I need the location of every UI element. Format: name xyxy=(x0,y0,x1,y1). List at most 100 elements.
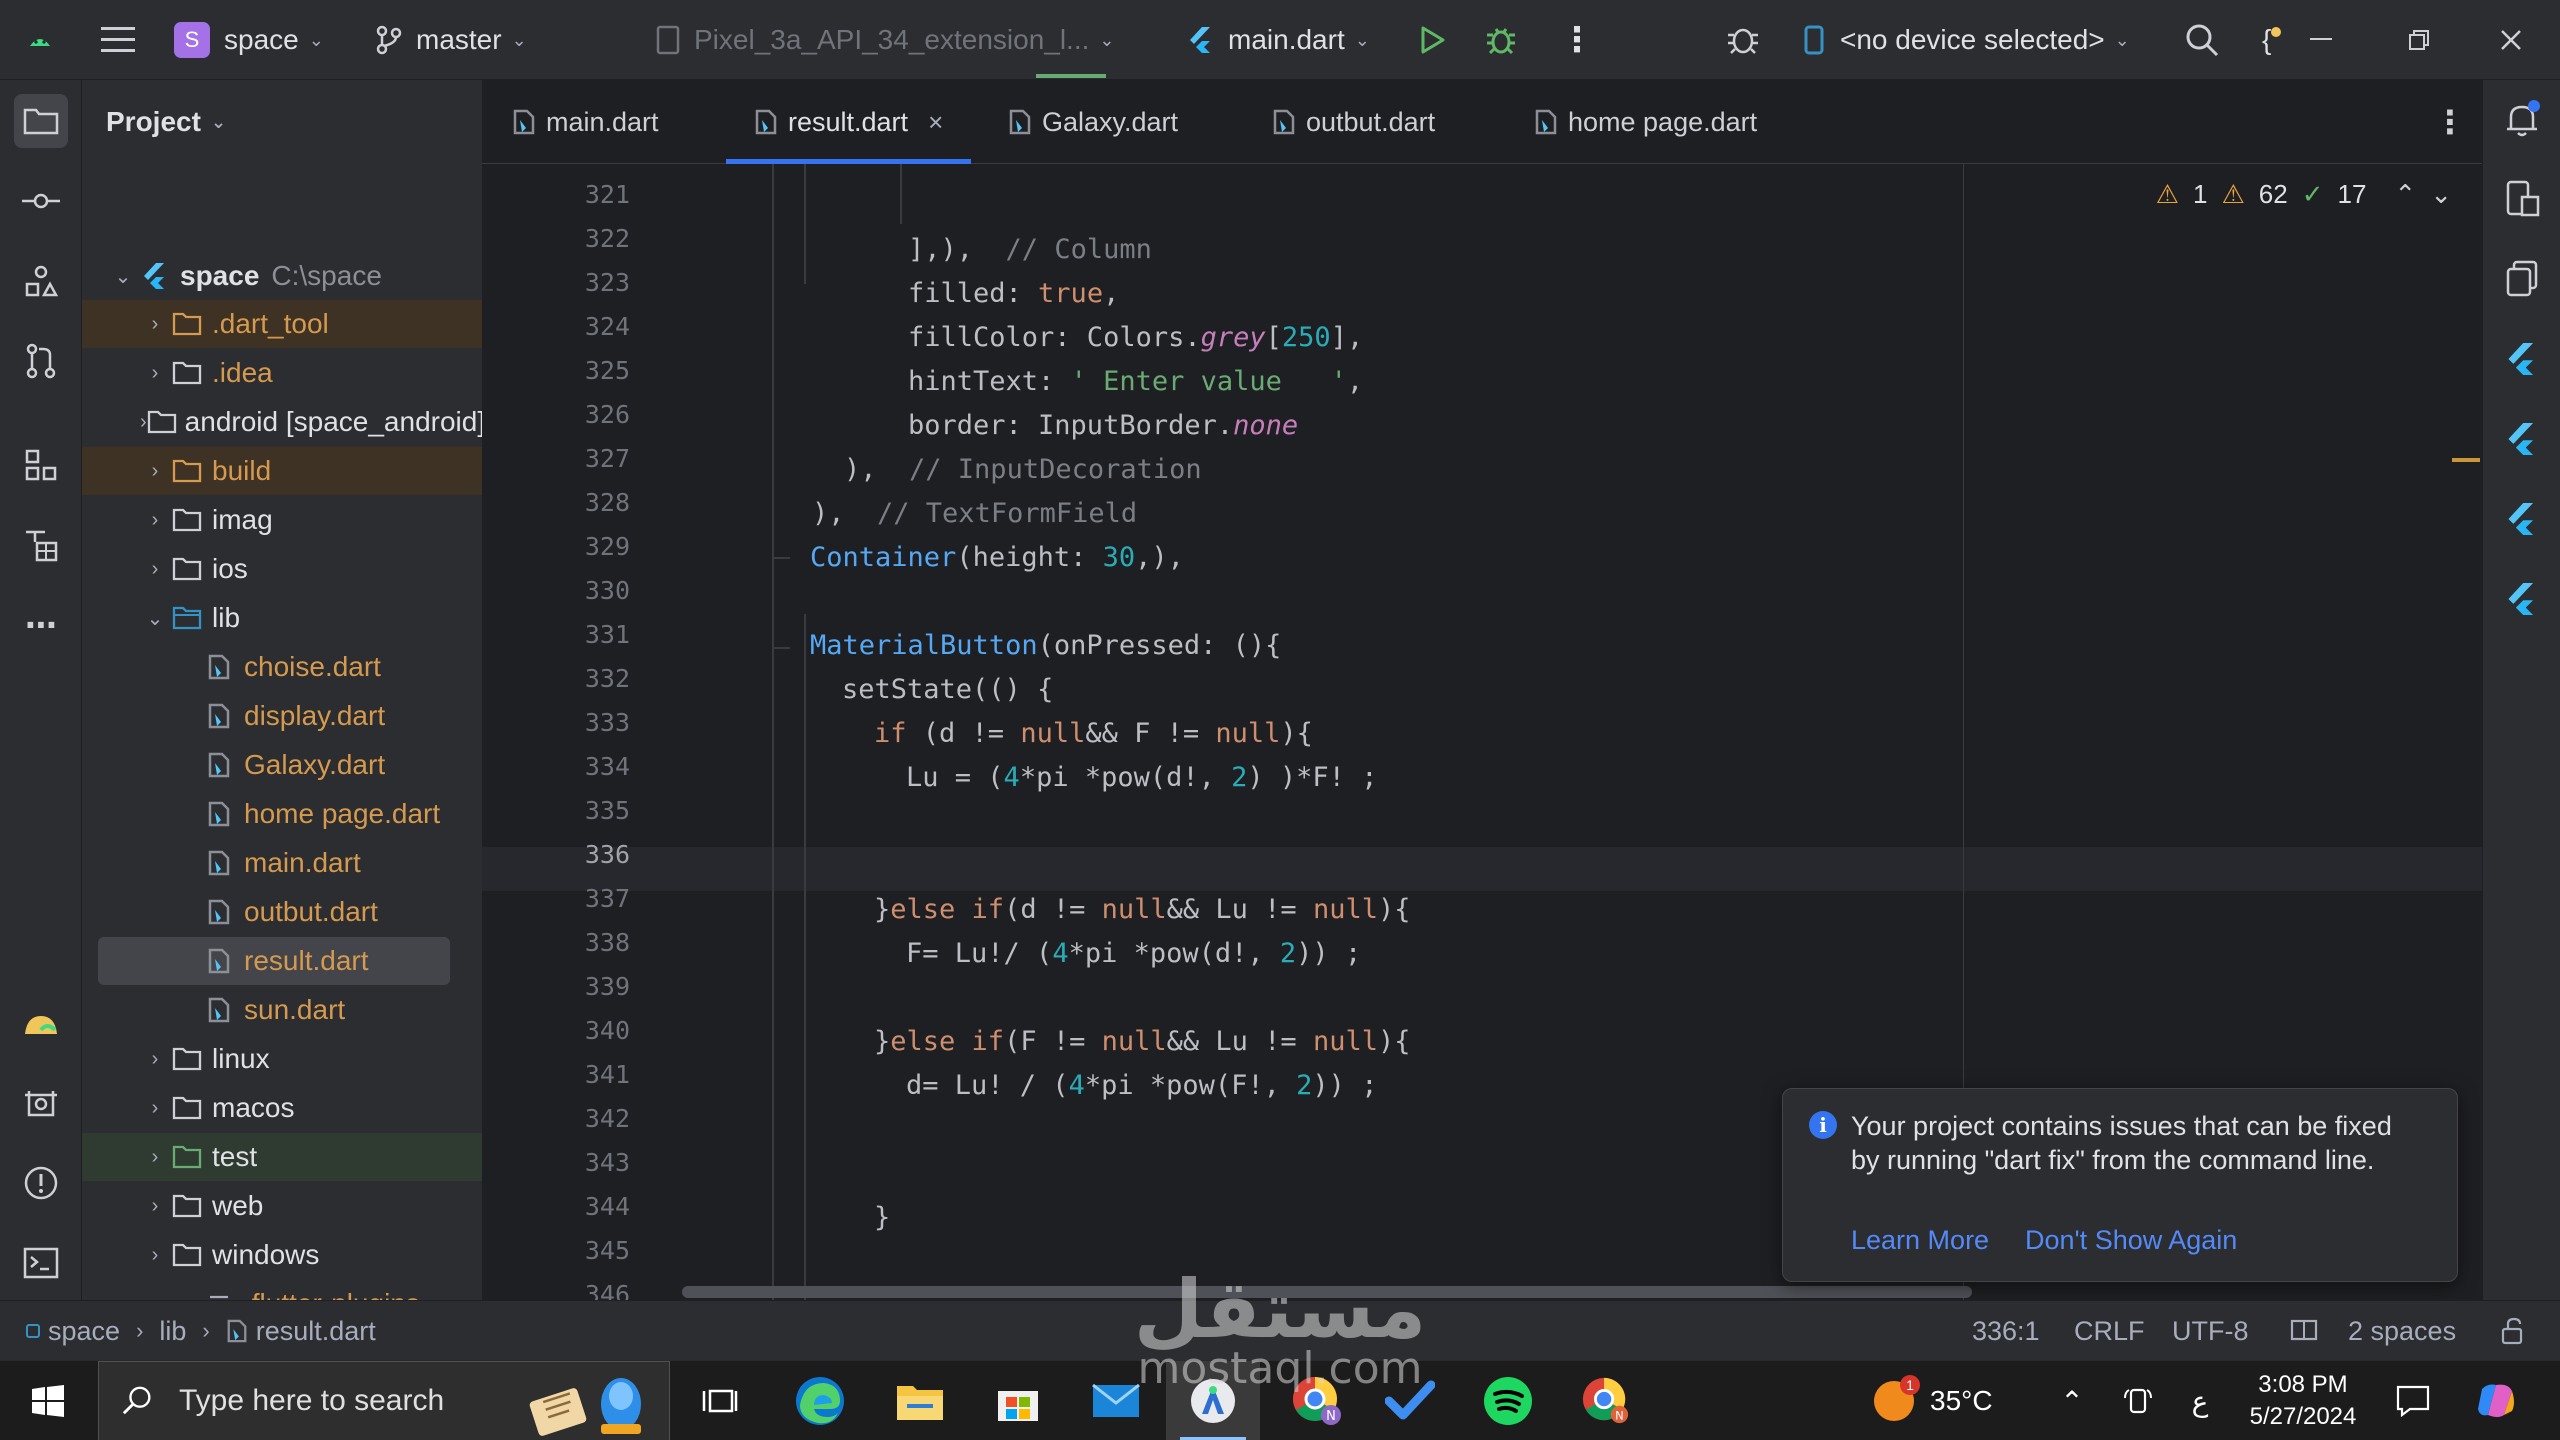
branch-selector[interactable]: master ⌄ xyxy=(376,0,527,80)
chevron-right-icon[interactable]: › xyxy=(140,1097,170,1120)
line-number[interactable]: 341 xyxy=(510,1060,630,1089)
line-number[interactable]: 333 xyxy=(510,708,630,737)
line-number[interactable]: 342 xyxy=(510,1104,630,1133)
clock[interactable]: 3:08 PM 5/27/2024 xyxy=(2240,1361,2366,1440)
tree-item[interactable]: › .idea xyxy=(82,349,482,397)
reader-mode-icon[interactable] xyxy=(2290,1301,2318,1361)
action-center-icon[interactable] xyxy=(2386,1361,2440,1440)
line-number[interactable]: 343 xyxy=(510,1148,630,1177)
chevron-right-icon[interactable]: › xyxy=(140,313,170,336)
chrome-icon[interactable]: N xyxy=(1576,1361,1636,1440)
line-number[interactable]: 345 xyxy=(510,1236,630,1265)
tree-item[interactable]: › macos xyxy=(82,1084,482,1132)
tab-outbut-dart[interactable]: outbut.dart xyxy=(1272,80,1435,164)
chevron-right-icon[interactable]: › xyxy=(140,1195,170,1218)
tab-result-dart[interactable]: result.dart × xyxy=(725,80,972,164)
line-number[interactable]: 338 xyxy=(510,928,630,957)
close-tab-icon[interactable]: × xyxy=(928,107,943,138)
breadcrumb-file[interactable]: result.dart xyxy=(256,1316,376,1347)
project-selector[interactable]: S space ⌄ xyxy=(174,0,324,80)
chevron-right-icon[interactable]: › xyxy=(140,411,147,434)
pull-requests-icon[interactable] xyxy=(14,334,68,388)
tree-item[interactable]: › .dart_tool xyxy=(82,300,482,348)
close-icon[interactable] xyxy=(2500,0,2522,80)
project-tool-icon[interactable] xyxy=(14,94,68,148)
file-encoding[interactable]: UTF-8 xyxy=(2172,1301,2249,1361)
input-language[interactable]: ع xyxy=(2180,1361,2220,1440)
copilot-icon[interactable] xyxy=(2466,1361,2526,1440)
inspections-widget[interactable]: ⚠ 1 ⚠ 62 ✓ 17 ⌃ ⌄ xyxy=(2156,172,2452,216)
line-number[interactable]: 321 xyxy=(510,180,630,209)
tree-item[interactable]: › windows xyxy=(82,1231,482,1279)
tab-options-icon[interactable]: ⋮ xyxy=(2434,80,2466,164)
chevron-right-icon[interactable]: › xyxy=(140,1048,170,1071)
microsoft-store-icon[interactable] xyxy=(988,1361,1048,1440)
flutter-devtools-icon[interactable] xyxy=(2499,576,2545,622)
network-icon[interactable] xyxy=(2116,1361,2160,1440)
more-actions-icon[interactable]: ⋮ xyxy=(1560,0,1594,80)
tab-main-dart[interactable]: main.dart xyxy=(512,80,659,164)
minimize-icon[interactable] xyxy=(2310,0,2332,80)
line-number[interactable]: 334 xyxy=(510,752,630,781)
line-number[interactable]: 329 xyxy=(510,532,630,561)
tree-item[interactable]: › web xyxy=(82,1182,482,1230)
device-manager-icon[interactable] xyxy=(2499,176,2545,222)
problems-icon[interactable] xyxy=(14,1156,68,1210)
line-number[interactable]: 332 xyxy=(510,664,630,693)
tree-item[interactable]: home page.dart xyxy=(82,790,482,838)
flutter-outline-icon[interactable] xyxy=(2499,416,2545,462)
chevron-right-icon[interactable]: › xyxy=(140,509,170,532)
tree-item[interactable]: ⌄ lib xyxy=(82,594,482,642)
running-devices-icon[interactable] xyxy=(2499,256,2545,302)
run-config-selector[interactable]: main.dart ⌄ xyxy=(1188,0,1370,80)
breadcrumb-lib[interactable]: lib xyxy=(159,1316,186,1347)
tree-item[interactable]: outbut.dart xyxy=(82,888,482,936)
chevron-right-icon[interactable]: › xyxy=(140,362,170,385)
line-number[interactable]: 337 xyxy=(510,884,630,913)
line-number[interactable]: 330 xyxy=(510,576,630,605)
line-number[interactable]: 331 xyxy=(510,620,630,649)
line-number[interactable]: 344 xyxy=(510,1192,630,1221)
chevron-right-icon[interactable]: › xyxy=(140,1244,170,1267)
tree-item[interactable]: › imag xyxy=(82,496,482,544)
spotify-icon[interactable] xyxy=(1478,1361,1538,1440)
flutter-performance-icon[interactable] xyxy=(2499,496,2545,542)
restore-icon[interactable] xyxy=(2408,0,2430,80)
project-panel-header[interactable]: Project ⌄ xyxy=(106,80,226,164)
flutter-inspector-icon[interactable] xyxy=(2499,336,2545,382)
notifications-icon[interactable] xyxy=(2499,96,2545,142)
tree-item[interactable]: › linux xyxy=(82,1035,482,1083)
line-number[interactable]: 336 xyxy=(510,840,630,869)
chevron-right-icon[interactable]: › xyxy=(140,1146,170,1169)
commit-icon[interactable] xyxy=(14,174,68,228)
chevron-right-icon[interactable]: › xyxy=(140,558,170,581)
tree-item[interactable]: › build xyxy=(82,447,482,495)
show-hidden-icons[interactable]: ⌃ xyxy=(2050,1361,2094,1440)
app-inspection-icon[interactable] xyxy=(14,1076,68,1130)
tree-item[interactable]: › android [space_android] xyxy=(82,398,482,446)
chevron-down-icon[interactable]: ⌄ xyxy=(140,606,170,631)
line-number[interactable]: 325 xyxy=(510,356,630,385)
android-studio-taskbar-icon[interactable] xyxy=(1166,1361,1260,1440)
code-with-me-icon[interactable]: { xyxy=(2262,0,2282,80)
gradle-icon[interactable] xyxy=(14,996,68,1050)
structure-icon[interactable] xyxy=(14,438,68,492)
tree-root[interactable]: ⌄ space C:\space xyxy=(82,252,482,300)
line-number[interactable]: 323 xyxy=(510,268,630,297)
tree-item[interactable]: main.dart xyxy=(82,839,482,887)
file-explorer-icon[interactable] xyxy=(888,1361,952,1440)
more-tools-icon[interactable]: ⋯ xyxy=(14,598,68,652)
tree-item[interactable]: display.dart xyxy=(82,692,482,740)
tab-home-page-dart[interactable]: home page.dart xyxy=(1534,80,1757,164)
prev-issue-icon[interactable]: ⌃ xyxy=(2394,179,2416,210)
cursor-position[interactable]: 336:1 xyxy=(1972,1301,2040,1361)
mail-icon[interactable] xyxy=(1086,1361,1146,1440)
learn-more-link[interactable]: Learn More xyxy=(1851,1225,1989,1256)
tree-item[interactable]: › test xyxy=(82,1133,482,1181)
indent-setting[interactable]: 2 spaces xyxy=(2348,1301,2456,1361)
breadcrumb-space[interactable]: space xyxy=(48,1316,120,1347)
taskbar-search-box[interactable]: Type here to search xyxy=(98,1361,670,1440)
tab-galaxy-dart[interactable]: Galaxy.dart xyxy=(1008,80,1178,164)
device-selector[interactable]: <no device selected> ⌄ xyxy=(1804,0,2130,80)
tree-item[interactable]: › ios xyxy=(82,545,482,593)
